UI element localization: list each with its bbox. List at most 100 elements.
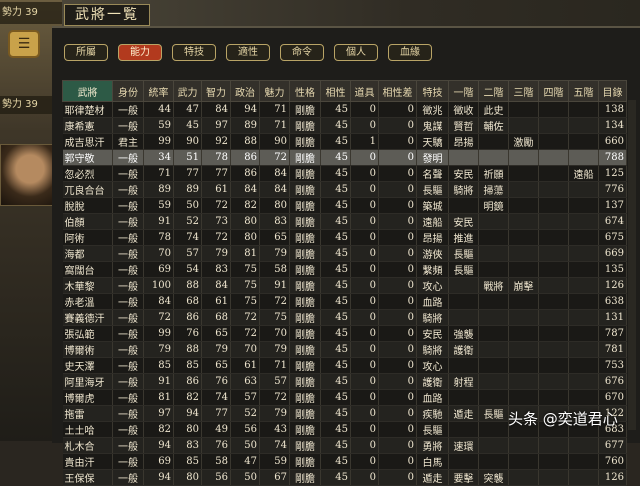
table-cell: 77 (173, 165, 202, 182)
table-cell: 47 (230, 453, 260, 470)
table-cell (538, 213, 569, 230)
column-header[interactable]: 五階 (568, 80, 599, 102)
table-row[interactable]: 博爾術 一般 79 88 79 70 79 剛膽 45 0 0 騎將 護衛 781 (62, 341, 627, 358)
column-header[interactable]: 二階 (478, 80, 509, 102)
column-header[interactable]: 相性 (320, 80, 351, 102)
table-cell: 45 (320, 213, 351, 230)
table-row[interactable]: 阿術 一般 78 74 72 80 65 剛膽 45 0 0 昂揚 推進 675 (62, 229, 627, 246)
table-row[interactable]: 賽義德汗 一般 72 86 68 72 75 剛膽 45 0 0 騎將 131 (62, 309, 627, 326)
scrollbar[interactable] (628, 100, 636, 430)
table-cell: 753 (598, 357, 627, 374)
table-cell: 59 (259, 453, 290, 470)
table-cell: 0 (378, 405, 417, 422)
table-row[interactable]: 博爾虎 一般 81 82 74 57 72 剛膽 45 0 0 血路 670 (62, 389, 627, 406)
table-cell (568, 245, 599, 262)
table-cell: 博爾虎 (62, 389, 113, 406)
table-cell: 77 (201, 405, 231, 422)
column-header[interactable]: 智力 (201, 80, 231, 102)
table-cell (508, 373, 539, 390)
table-cell (448, 149, 479, 166)
tab-7[interactable]: 血緣 (388, 44, 432, 61)
table-row[interactable]: 札木合 一般 94 83 76 50 74 剛膽 45 0 0 勇將 速環 677 (62, 437, 627, 454)
table-cell: 剛膽 (289, 229, 321, 246)
table-cell: 85 (173, 357, 202, 374)
tab-5[interactable]: 命令 (280, 44, 324, 61)
table-row[interactable]: 脫脫 一般 59 50 72 82 80 剛膽 45 0 0 築城 明鏡 137 (62, 197, 627, 214)
column-header[interactable]: 三階 (508, 80, 539, 102)
tab-6[interactable]: 個人 (334, 44, 378, 61)
table-cell: 君主 (112, 133, 144, 150)
tab-2[interactable]: 能力 (118, 44, 162, 61)
table-cell: 760 (598, 453, 627, 470)
tab-1[interactable]: 所屬 (64, 44, 108, 61)
column-header[interactable]: 武力 (173, 80, 202, 102)
column-header[interactable]: 道具 (350, 80, 379, 102)
table-cell: 祈願 (478, 165, 509, 182)
table-cell (538, 437, 569, 454)
table-cell: 45 (320, 373, 351, 390)
table-cell: 遁走 (448, 405, 479, 422)
menu-icon[interactable]: ☰ (8, 30, 40, 58)
table-cell (538, 101, 569, 118)
table-cell (508, 181, 539, 198)
tab-3[interactable]: 特技 (172, 44, 216, 61)
table-cell: 康希憲 (62, 117, 113, 134)
column-header[interactable]: 一階 (448, 80, 479, 102)
table-row[interactable]: 忽必烈 一般 71 77 77 86 84 剛膽 45 0 0 名聲 安民 祈願 遠船 125 (62, 165, 627, 182)
table-row[interactable]: 兀良合台 一般 89 89 61 84 84 剛膽 45 0 0 長驅 騎將 掃蕩 776 (62, 181, 627, 198)
table-row[interactable]: 張弘範 一般 99 76 65 72 70 剛膽 45 0 0 安民 強襲 787 (62, 325, 627, 342)
table-row[interactable]: 木華黎 一般 100 88 84 75 91 剛膽 45 0 0 攻心 戰將 崩擊 126 (62, 277, 627, 294)
table-row[interactable]: 郭守敬 一般 34 51 78 86 72 剛膽 45 0 0 發明 788 (62, 149, 627, 166)
table-row[interactable]: 成吉思汗 君主 99 90 92 88 90 剛膽 45 1 0 天驕 昂揚 激勵 660 (62, 133, 627, 150)
table-row[interactable]: 伯顏 一般 91 52 73 80 83 剛膽 45 0 0 遠船 安民 674 (62, 213, 627, 230)
table-cell: 一般 (112, 277, 144, 294)
table-cell: 0 (378, 261, 417, 278)
table-cell (568, 277, 599, 294)
table-row[interactable]: 史天澤 一般 85 85 65 61 71 剛膽 45 0 0 攻心 753 (62, 357, 627, 374)
table-cell: 79 (201, 341, 231, 358)
column-header[interactable]: 武將 (62, 80, 113, 102)
table-cell: 675 (598, 229, 627, 246)
table-cell: 剛膽 (289, 405, 321, 422)
table-cell: 65 (201, 325, 231, 342)
table-cell: 一般 (112, 469, 144, 486)
table-cell (538, 309, 569, 326)
table-row[interactable]: 窩闊台 一般 69 54 83 75 58 剛膽 45 0 0 繫頻 長驅 135 (62, 261, 627, 278)
table-row[interactable]: 赤老溫 一般 84 68 61 75 72 剛膽 45 0 0 血路 638 (62, 293, 627, 310)
table-cell: 戰將 (478, 277, 509, 294)
table-row[interactable]: 康希憲 一般 59 45 97 89 71 剛膽 45 0 0 鬼謀 賢哲 輔佐 134 (62, 117, 627, 134)
table-cell: 白馬 (416, 453, 449, 470)
table-cell: 脫脫 (62, 197, 113, 214)
table-cell (508, 117, 539, 134)
table-cell (508, 357, 539, 374)
table-row[interactable]: 耶律楚材 一般 44 47 84 94 71 剛膽 45 0 0 徵兆 徵收 此史 138 (62, 101, 627, 118)
table-cell: 80 (230, 213, 260, 230)
tab-4[interactable]: 適性 (226, 44, 270, 61)
table-cell: 45 (320, 437, 351, 454)
column-header[interactable]: 政治 (230, 80, 260, 102)
table-cell: 84 (259, 181, 290, 198)
column-header[interactable]: 性格 (289, 80, 321, 102)
column-header[interactable]: 特技 (416, 80, 449, 102)
table-cell (508, 229, 539, 246)
column-header[interactable]: 四階 (538, 80, 569, 102)
table-cell (538, 469, 569, 486)
watermark: 头条 @奕道君心 (508, 410, 618, 428)
column-header[interactable]: 相性差 (378, 80, 417, 102)
table-cell: 89 (230, 117, 260, 134)
table-cell: 45 (320, 245, 351, 262)
column-header[interactable]: 身份 (112, 80, 144, 102)
table-cell: 45 (320, 469, 351, 486)
table-cell: 57 (259, 373, 290, 390)
column-header[interactable]: 統率 (143, 80, 174, 102)
table-row[interactable]: 貴由汗 一般 69 85 58 47 59 剛膽 45 0 0 白馬 760 (62, 453, 627, 470)
table-cell (508, 341, 539, 358)
column-header[interactable]: 魅力 (259, 80, 290, 102)
table-cell (568, 181, 599, 198)
table-cell: 58 (201, 453, 231, 470)
table-row[interactable]: 阿里海牙 一般 91 86 76 63 57 剛膽 45 0 0 護衛 射程 676 (62, 373, 627, 390)
table-row[interactable]: 海都 一般 70 57 79 81 79 剛膽 45 0 0 游俠 長驅 669 (62, 245, 627, 262)
column-header[interactable]: 目錄 (598, 80, 627, 102)
table-cell: 疾馳 (416, 405, 449, 422)
table-row[interactable]: 王保保 一般 94 80 56 50 67 剛膽 45 0 0 遁走 要擊 突襲 126 (62, 469, 627, 486)
